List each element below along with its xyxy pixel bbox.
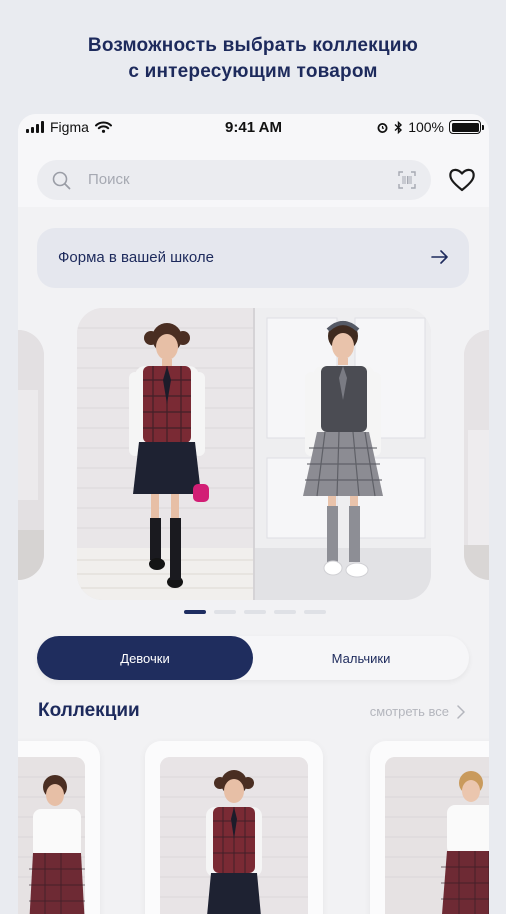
carousel-pagination[interactable]: [184, 610, 326, 614]
barcode-scan-icon[interactable]: [398, 171, 416, 189]
see-all-link[interactable]: смотреть все: [370, 704, 465, 719]
carousel-dot[interactable]: [214, 610, 236, 614]
carousel-dot[interactable]: [304, 610, 326, 614]
see-all-label: смотреть все: [369, 704, 449, 719]
collection-image: [18, 757, 85, 914]
boys-tab[interactable]: Мальчики: [253, 636, 469, 680]
phone-screen: Figma 9:41 AM 100% Поиск Форма в вашей ш…: [18, 114, 489, 914]
search-icon: [52, 171, 71, 190]
chevron-right-icon: [457, 704, 465, 719]
collection-card[interactable]: [370, 741, 489, 914]
promo-title-line1: Возможность выбрать коллекцию: [87, 35, 419, 56]
carousel-card-next[interactable]: [464, 330, 489, 580]
promo-title-line2: с интересующим товаром: [128, 61, 378, 82]
collection-image: [160, 757, 308, 914]
battery-icon: [449, 120, 484, 134]
arrow-right-icon: [431, 250, 448, 264]
carousel-dot[interactable]: [274, 610, 296, 614]
bluetooth-icon: [394, 120, 403, 134]
search-bar[interactable]: Поиск: [37, 160, 431, 200]
gender-toggle: Девочки Мальчики: [37, 636, 469, 680]
search-placeholder: Поиск: [88, 171, 130, 188]
battery-percent: 100%: [408, 119, 444, 135]
collections-title: Коллекции: [38, 700, 140, 721]
favorites-heart-icon[interactable]: [448, 167, 476, 193]
school-uniform-label: Форма в вашей школе: [58, 249, 214, 266]
carousel-card-main[interactable]: [77, 308, 431, 600]
school-uniform-banner[interactable]: Форма в вашей школе: [37, 228, 469, 288]
carousel-card-prev[interactable]: [18, 330, 44, 580]
girls-tab[interactable]: Девочки: [37, 636, 253, 680]
carousel-dot[interactable]: [184, 610, 206, 614]
carousel-dot[interactable]: [244, 610, 266, 614]
status-bar: Figma 9:41 AM 100%: [18, 114, 489, 144]
collection-image: [385, 757, 489, 914]
carousel-photo: [77, 308, 431, 600]
alarm-icon: [377, 122, 388, 133]
collection-card[interactable]: [145, 741, 323, 914]
collection-card[interactable]: [18, 741, 100, 914]
promo-title: Возможность выбрать коллекцию с интересу…: [0, 33, 506, 85]
